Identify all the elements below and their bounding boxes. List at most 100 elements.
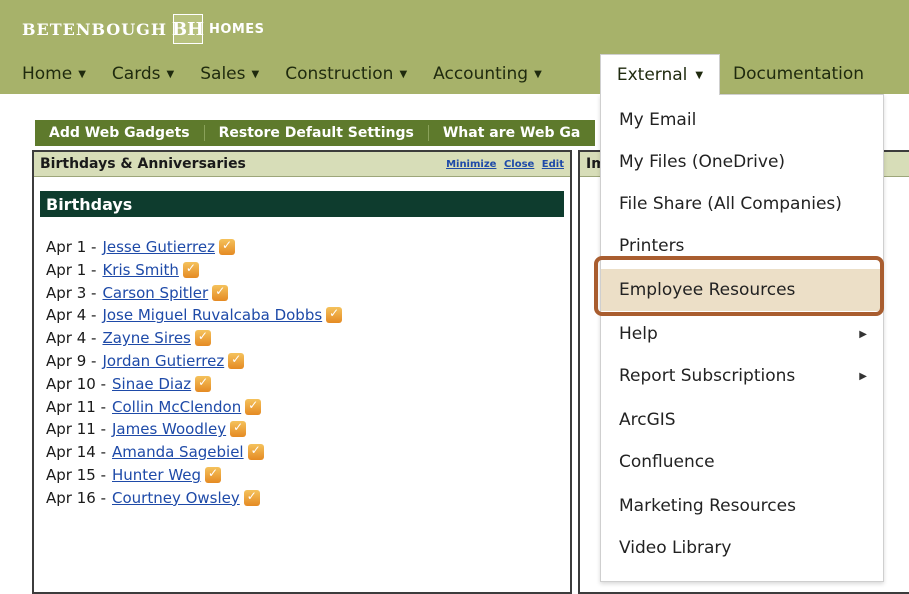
list-item: Apr 14 - Amanda Sagebiel: [46, 441, 264, 463]
birthday-date: Apr 9 -: [46, 352, 97, 370]
list-item: Apr 4 - Jose Miguel Ruvalcaba Dobbs: [46, 304, 343, 326]
nav-sales[interactable]: Sales ▼: [200, 64, 259, 84]
person-link[interactable]: Collin McClendon: [112, 398, 241, 416]
menu-item-label: Employee Resources: [619, 280, 796, 300]
logo-text-left: BETENBOUGH: [22, 19, 167, 39]
menu-item-label: My Files (OneDrive): [619, 152, 786, 172]
nav-construction[interactable]: Construction ▼: [285, 64, 407, 84]
person-link[interactable]: Zayne Sires: [102, 329, 190, 347]
cake-icon[interactable]: [247, 443, 264, 461]
birthday-date: Apr 15 -: [46, 466, 106, 484]
edit-link[interactable]: Edit: [542, 159, 564, 170]
birthday-date: Apr 11 -: [46, 397, 106, 416]
menu-item-label: Marketing Resources: [619, 496, 796, 516]
company-logo[interactable]: BETENBOUGH BH HOMES: [22, 14, 265, 44]
nav-home[interactable]: Home ▼: [22, 64, 86, 84]
chevron-down-icon: ▼: [695, 69, 704, 81]
list-item: Apr 11 - James Woodley: [46, 418, 247, 440]
chevron-right-icon: ▶: [859, 370, 867, 382]
logo-text-right: HOMES: [208, 21, 265, 37]
person-link[interactable]: Carson Spitler: [102, 284, 208, 302]
list-item: Apr 15 - Hunter Weg: [46, 464, 222, 486]
add-web-gadgets-button[interactable]: Add Web Gadgets: [35, 125, 205, 141]
menu-item-my-email[interactable]: My Email: [601, 99, 883, 141]
gadget-toolbar: Add Web Gadgets Restore Default Settings…: [35, 120, 595, 146]
chevron-down-icon: ▼: [78, 68, 86, 80]
menu-item-employee-resources[interactable]: Employee Resources: [601, 269, 883, 311]
menu-item-label: Report Subscriptions: [619, 366, 796, 386]
list-item: Apr 4 - Zayne Sires: [46, 327, 211, 349]
birthday-date: Apr 4 -: [46, 306, 97, 325]
cake-icon[interactable]: [212, 284, 229, 301]
close-link[interactable]: Close: [504, 159, 534, 170]
menu-item-my-files-onedrive[interactable]: My Files (OneDrive): [601, 141, 883, 183]
panel-links: Minimize Close Edit: [442, 159, 564, 170]
cake-icon[interactable]: [195, 375, 212, 392]
person-link[interactable]: Jordan Gutierrez: [102, 352, 224, 370]
nav-documentation[interactable]: Documentation: [733, 58, 864, 90]
menu-item-file-share-all-companies[interactable]: File Share (All Companies): [601, 183, 883, 225]
list-item: Apr 11 - Collin McClendon: [46, 396, 262, 418]
chevron-down-icon: ▼: [251, 68, 260, 80]
person-link[interactable]: Amanda Sagebiel: [112, 443, 244, 461]
menu-item-help[interactable]: Help ▶: [601, 313, 883, 355]
menu-item-label: Video Library: [619, 538, 732, 558]
list-item: Apr 3 - Carson Spitler: [46, 282, 229, 304]
menu-item-printers[interactable]: Printers: [601, 225, 883, 267]
menu-item-confluence[interactable]: Confluence: [601, 441, 883, 483]
cake-icon[interactable]: [205, 466, 222, 483]
birthday-date: Apr 3 -: [46, 283, 97, 302]
menu-item-report-subscriptions[interactable]: Report Subscriptions ▶: [601, 355, 883, 397]
menu-item-label: Confluence: [619, 452, 715, 472]
what-are-web-gadgets-button[interactable]: What are Web Ga: [429, 125, 594, 141]
person-link[interactable]: Jesse Gutierrez: [102, 238, 215, 256]
person-link[interactable]: Hunter Weg: [112, 466, 201, 484]
birthday-date: Apr 1 -: [46, 238, 97, 256]
panel-title: Birthdays & Anniversaries: [40, 156, 246, 172]
menu-item-label: Help: [619, 324, 658, 344]
list-item: Apr 1 - Jesse Gutierrez: [46, 236, 235, 258]
chevron-down-icon: ▼: [166, 68, 175, 80]
menu-item-marketing-resources[interactable]: Marketing Resources: [601, 485, 883, 527]
menu-item-label: ArcGIS: [619, 410, 676, 430]
list-item: Apr 9 - Jordan Gutierrez: [46, 350, 245, 372]
cake-icon[interactable]: [218, 238, 235, 255]
birthday-date: Apr 16 -: [46, 488, 106, 507]
person-link[interactable]: Jose Miguel Ruvalcaba Dobbs: [102, 306, 322, 324]
minimize-link[interactable]: Minimize: [446, 159, 496, 170]
person-link[interactable]: James Woodley: [112, 420, 226, 438]
restore-default-settings-button[interactable]: Restore Default Settings: [205, 125, 429, 141]
main-nav: Home ▼ Cards ▼ Sales ▼ Construction ▼ Accoun…: [22, 58, 568, 90]
birthday-date: Apr 10 -: [46, 374, 106, 393]
chevron-down-icon: ▼: [399, 68, 408, 80]
panel-header: Birthdays & Anniversaries Minimize Close…: [34, 152, 570, 177]
nav-accounting[interactable]: Accounting ▼: [433, 64, 542, 84]
menu-item-label: Printers: [619, 236, 685, 256]
cake-icon[interactable]: [182, 261, 199, 278]
person-link[interactable]: Courtney Owsley: [112, 489, 240, 507]
cake-icon[interactable]: [228, 352, 245, 369]
chevron-down-icon: ▼: [534, 68, 542, 80]
external-dropdown-menu: My Email My Files (OneDrive) File Share (A…: [600, 94, 884, 582]
birthday-date: Apr 11 -: [46, 420, 106, 439]
birthday-date: Apr 1 -: [46, 260, 97, 279]
menu-item-label: My Email: [619, 110, 697, 130]
cake-icon[interactable]: [243, 489, 260, 506]
cake-icon[interactable]: [194, 329, 211, 347]
menu-item-video-library[interactable]: Video Library: [601, 527, 883, 569]
cake-icon[interactable]: [245, 398, 262, 415]
person-link[interactable]: Sinae Diaz: [112, 375, 191, 393]
birthdays-section-title: Birthdays: [40, 191, 564, 217]
menu-item-arcgis[interactable]: ArcGIS: [601, 399, 883, 441]
nav-cards[interactable]: Cards ▼: [112, 64, 174, 84]
list-item: Apr 1 - Kris Smith: [46, 259, 199, 281]
cake-icon[interactable]: [326, 306, 343, 324]
cake-icon[interactable]: [230, 420, 247, 438]
menu-item-label: File Share (All Companies): [619, 194, 842, 214]
logo-mark: BH: [172, 14, 204, 44]
nav-external[interactable]: External ▼: [600, 54, 720, 95]
birthday-date: Apr 14 -: [46, 443, 106, 462]
person-link[interactable]: Kris Smith: [102, 261, 178, 279]
chevron-right-icon: ▶: [859, 328, 867, 340]
birthday-date: Apr 4 -: [46, 329, 97, 348]
